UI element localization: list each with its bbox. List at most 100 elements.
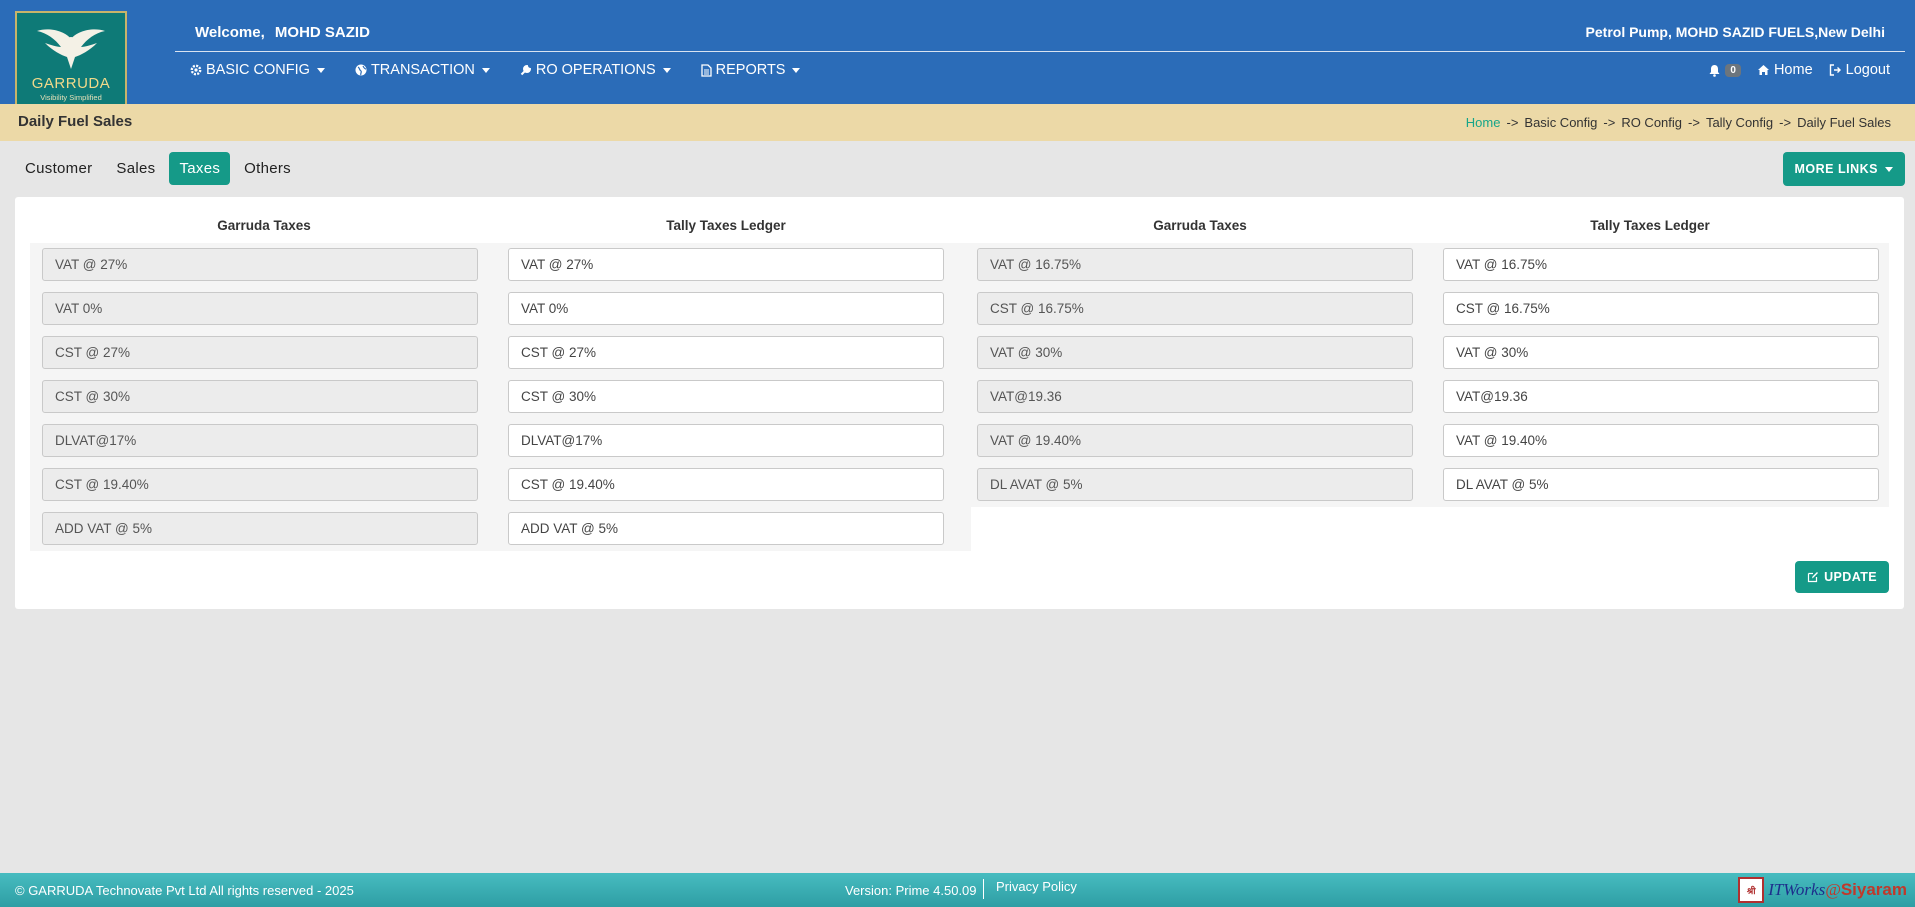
menu-reports-label: REPORTS (715, 62, 786, 78)
column-header-tally-ledger: Tally Taxes Ledger (1590, 218, 1710, 233)
welcome-label: Welcome, (195, 24, 265, 41)
tally-ledger-input[interactable]: VAT@19.36 (1443, 380, 1879, 413)
top-navbar: GARRUDA Visibility Simplified Welcome, M… (0, 0, 1915, 104)
notification-count-badge: 0 (1725, 63, 1741, 77)
footer: © GARRUDA Technovate Pvt Ltd All rights … (0, 873, 1915, 907)
home-link-label: Home (1773, 62, 1813, 78)
brand-siyaram: Siyaram (1840, 880, 1907, 899)
main-menu: BASIC CONFIG TRANSACTION RO OPERATIONS R… (190, 62, 801, 78)
siyaram-mark-icon: श्री (1738, 877, 1765, 903)
bell-icon (1709, 64, 1720, 77)
tally-ledger-input[interactable]: CST @ 27% (508, 336, 944, 369)
caret-down-icon (316, 67, 325, 73)
garruda-tax-field: VAT@19.36 (977, 380, 1413, 413)
garruda-tax-field: VAT @ 16.75% (977, 248, 1413, 281)
breadcrumb-basic-config[interactable]: Basic Config (1524, 115, 1597, 130)
caret-down-icon (1885, 166, 1893, 172)
breadcrumb-home[interactable]: Home (1466, 115, 1501, 130)
caret-down-icon (792, 67, 801, 73)
garruda-tax-field: VAT @ 27% (42, 248, 478, 281)
garruda-tax-field: VAT @ 19.40% (977, 424, 1413, 457)
tally-ledger-input[interactable]: CST @ 16.75% (1443, 292, 1879, 325)
welcome-text: Welcome, MOHD SAZID (195, 24, 370, 41)
privacy-policy-link[interactable]: Privacy Policy (996, 879, 1077, 894)
page-title: Daily Fuel Sales (18, 113, 133, 130)
breadcrumb-tally-config[interactable]: Tally Config (1706, 115, 1773, 130)
tally-ledger-input[interactable]: VAT @ 30% (1443, 336, 1879, 369)
breadcrumb: Home -> Basic Config -> RO Config -> Tal… (1466, 115, 1891, 130)
garruda-tax-field: CST @ 30% (42, 380, 478, 413)
notifications-button[interactable]: 0 (1708, 63, 1741, 77)
menu-transaction[interactable]: TRANSACTION (355, 62, 490, 78)
edit-icon (1808, 572, 1819, 583)
tab-bar: Customer Sales Taxes Others (15, 152, 301, 185)
garruda-tax-field: VAT @ 30% (977, 336, 1413, 369)
tally-ledger-input[interactable]: DLVAT@17% (508, 424, 944, 457)
brand-text: ITWorks@Siyaram (1768, 880, 1907, 900)
tally-ledger-input[interactable]: VAT @ 19.40% (1443, 424, 1879, 457)
itworks-siyaram-logo: श्री ITWorks@Siyaram (1738, 877, 1907, 903)
more-links-button[interactable]: MORE LINKS (1782, 152, 1905, 186)
column-header-tally-ledger: Tally Taxes Ledger (666, 218, 786, 233)
version-text: Version: Prime 4.50.09 (845, 883, 977, 898)
home-link[interactable]: Home (1757, 62, 1813, 78)
tally-ledger-input[interactable]: DL AVAT @ 5% (1443, 468, 1879, 501)
menu-basic-config-label: BASIC CONFIG (206, 62, 310, 78)
sign-out-icon (1829, 64, 1841, 76)
breadcrumb-current: Daily Fuel Sales (1797, 115, 1891, 130)
tally-ledger-input[interactable]: VAT @ 16.75% (1443, 248, 1879, 281)
user-menu: 0 Home Logout (1708, 62, 1890, 78)
caret-down-icon (662, 67, 671, 73)
garruda-tax-field: CST @ 16.75% (977, 292, 1413, 325)
tab-customer[interactable]: Customer (15, 152, 102, 185)
pump-info: Petrol Pump, MOHD SAZID FUELS,New Delhi (1585, 24, 1885, 40)
garruda-tax-field: ADD VAT @ 5% (42, 512, 478, 545)
user-name: MOHD SAZID (274, 24, 370, 41)
copyright-text: © GARRUDA Technovate Pvt Ltd All rights … (15, 883, 354, 898)
brand-itworks: ITWorks (1768, 880, 1826, 899)
globe-icon (355, 64, 367, 76)
footer-divider (983, 879, 984, 899)
tab-taxes[interactable]: Taxes (169, 152, 231, 185)
garruda-tax-field: CST @ 27% (42, 336, 478, 369)
logo-name: GARRUDA (31, 75, 111, 92)
breadcrumb-separator: -> (1603, 115, 1616, 130)
tally-ledger-input[interactable]: VAT @ 27% (508, 248, 944, 281)
update-button[interactable]: UPDATE (1795, 561, 1889, 593)
caret-down-icon (481, 67, 490, 73)
brand-at: @ (1825, 880, 1841, 899)
tally-ledger-input[interactable]: VAT 0% (508, 292, 944, 325)
column-header-garruda-taxes: Garruda Taxes (217, 218, 311, 233)
page-title-bar: Daily Fuel Sales Home -> Basic Config ->… (0, 104, 1915, 141)
document-icon (700, 63, 712, 77)
breadcrumb-ro-config[interactable]: RO Config (1621, 115, 1682, 130)
garruda-tax-field: CST @ 19.40% (42, 468, 478, 501)
garruda-tax-field: DL AVAT @ 5% (977, 468, 1413, 501)
home-icon (1757, 65, 1769, 75)
column-header-garruda-taxes: Garruda Taxes (1153, 218, 1247, 233)
menu-reports[interactable]: REPORTS (700, 62, 801, 78)
logout-link-label: Logout (1845, 62, 1890, 78)
tally-ledger-input[interactable]: CST @ 30% (508, 380, 944, 413)
menu-ro-operations-label: RO OPERATIONS (535, 62, 656, 78)
more-links-label: MORE LINKS (1794, 162, 1878, 176)
tally-ledger-input[interactable]: ADD VAT @ 5% (508, 512, 944, 545)
garruda-tax-field: DLVAT@17% (42, 424, 478, 457)
breadcrumb-separator: -> (1688, 115, 1700, 130)
garruda-logo[interactable]: GARRUDA Visibility Simplified (15, 11, 127, 104)
taxes-mapping-card: Garruda Taxes Tally Taxes Ledger Garruda… (15, 197, 1904, 609)
logo-tagline: Visibility Simplified (40, 93, 102, 102)
breadcrumb-separator: -> (1506, 115, 1519, 130)
gear-icon (190, 64, 202, 76)
tab-others[interactable]: Others (234, 152, 301, 185)
logout-link[interactable]: Logout (1829, 62, 1890, 78)
tab-sales[interactable]: Sales (106, 152, 165, 185)
breadcrumb-separator: -> (1779, 115, 1792, 130)
header-divider (175, 51, 1905, 52)
menu-basic-config[interactable]: BASIC CONFIG (190, 62, 325, 78)
eagle-icon (37, 29, 105, 70)
menu-ro-operations[interactable]: RO OPERATIONS (520, 62, 671, 78)
tally-ledger-input[interactable]: CST @ 19.40% (508, 468, 944, 501)
garruda-tax-field: VAT 0% (42, 292, 478, 325)
update-label: UPDATE (1824, 570, 1877, 584)
